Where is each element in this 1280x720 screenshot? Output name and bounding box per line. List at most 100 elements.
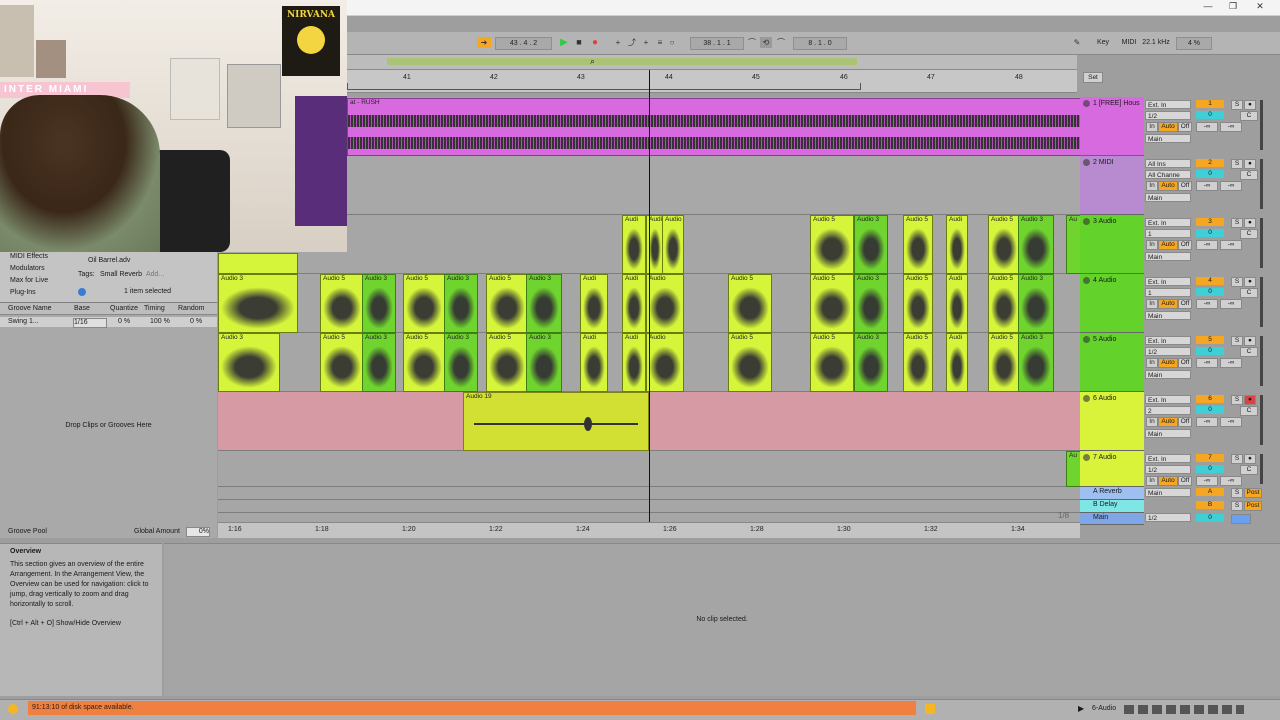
volume-field[interactable]: 0 xyxy=(1196,229,1224,237)
monitor-auto-button[interactable]: Auto xyxy=(1158,417,1178,427)
audio-clip[interactable]: Audio 3 xyxy=(526,333,562,392)
return-activator[interactable]: A xyxy=(1196,488,1224,496)
beat-ruler[interactable]: 41 42 43 44 45 46 47 48 xyxy=(347,70,1077,93)
solo-button[interactable]: S xyxy=(1231,395,1243,405)
track-activator-button[interactable]: 3 xyxy=(1196,218,1224,226)
audio-clip[interactable]: Audio 5 xyxy=(320,274,364,333)
audio-clip[interactable]: Audio 5 xyxy=(810,215,854,274)
audio-clip[interactable]: Audi xyxy=(622,333,646,392)
arm-button[interactable]: ● xyxy=(1244,100,1256,110)
alert-icon[interactable] xyxy=(925,704,935,714)
play-selection-icon[interactable]: ▶ xyxy=(1078,704,1084,713)
send-b-field[interactable]: -∞ xyxy=(1220,358,1242,368)
output-select[interactable]: Main xyxy=(1145,134,1191,143)
info-icon[interactable] xyxy=(78,288,86,296)
output-select[interactable]: Main xyxy=(1145,429,1191,438)
send-a-field[interactable]: -∞ xyxy=(1196,240,1218,250)
pan-field[interactable]: C xyxy=(1240,229,1258,239)
arm-button[interactable]: ● xyxy=(1244,218,1256,228)
solo-button[interactable]: S xyxy=(1231,488,1243,498)
monitor-off-button[interactable]: Off xyxy=(1178,181,1192,191)
monitor-off-button[interactable]: Off xyxy=(1178,476,1192,486)
play-icon[interactable]: ▶ xyxy=(558,37,570,48)
track-activator-button[interactable]: 7 xyxy=(1196,454,1224,462)
send-a-field[interactable]: -∞ xyxy=(1196,417,1218,427)
return-activator[interactable]: B xyxy=(1196,501,1224,509)
fold-icon[interactable] xyxy=(1083,336,1090,343)
post-button[interactable]: Post xyxy=(1244,501,1262,511)
input-channel-select[interactable]: 2 xyxy=(1145,406,1191,415)
audio-clip[interactable]: Audio 3 xyxy=(218,333,280,392)
audio-clip[interactable]: Audio 5 xyxy=(403,274,445,333)
monitor-in-button[interactable]: In xyxy=(1146,181,1158,191)
monitor-auto-button[interactable]: Auto xyxy=(1158,476,1178,486)
audio-clip[interactable]: Audio 3 xyxy=(1018,333,1054,392)
audio-clip[interactable]: Audio 5 xyxy=(486,274,528,333)
monitor-off-button[interactable]: Off xyxy=(1178,122,1192,132)
input-channel-select[interactable]: 1/2 xyxy=(1145,347,1191,356)
send-b-field[interactable]: -∞ xyxy=(1220,240,1242,250)
add-tag-button[interactable]: Add... xyxy=(146,271,164,278)
arrangement-position[interactable]: 43 . 4 . 2 xyxy=(495,37,552,50)
solo-button[interactable]: S xyxy=(1231,336,1243,346)
pan-field[interactable]: C xyxy=(1240,347,1258,357)
quantize-value[interactable]: 0 % xyxy=(118,318,130,325)
arm-button[interactable]: ● xyxy=(1244,454,1256,464)
monitor-in-button[interactable]: In xyxy=(1146,417,1158,427)
record-icon[interactable]: ● xyxy=(589,37,601,48)
track-header-3[interactable]: 3 Audio xyxy=(1080,215,1144,274)
audio-clip[interactable]: Audio 3 xyxy=(444,274,478,333)
pan-field[interactable]: C xyxy=(1240,465,1258,475)
add-icon[interactable]: + xyxy=(612,37,624,48)
audio-clip[interactable]: Audio 5 xyxy=(320,333,364,392)
audio-clip[interactable]: Audio xyxy=(646,274,684,333)
audio-clip[interactable]: Audio 5 xyxy=(903,274,933,333)
metronome-icon[interactable]: ○ xyxy=(666,37,678,48)
audio-clip[interactable]: Audi xyxy=(580,274,608,333)
track-activator-button[interactable]: 2 xyxy=(1196,159,1224,167)
fold-icon[interactable] xyxy=(1083,454,1090,461)
audio-clip[interactable]: Audio xyxy=(646,333,684,392)
input-type-select[interactable]: All Ins xyxy=(1145,159,1191,168)
send-b-field[interactable]: -∞ xyxy=(1220,299,1242,309)
audio-clip[interactable]: Audi xyxy=(946,333,968,392)
set-button[interactable]: Set xyxy=(1083,72,1103,83)
fold-icon[interactable] xyxy=(1083,218,1090,225)
audio-clip[interactable]: Audio 3 xyxy=(444,333,478,392)
audio-clip[interactable]: Audio 5 xyxy=(486,333,528,392)
volume-field[interactable]: 0 xyxy=(1196,288,1224,296)
solo-button[interactable]: S xyxy=(1231,454,1243,464)
arm-button[interactable]: ● xyxy=(1244,159,1256,169)
send-a-field[interactable]: -∞ xyxy=(1196,181,1218,191)
clip-view[interactable]: No clip selected. xyxy=(164,543,1280,696)
tag-chip[interactable]: Small Reverb xyxy=(100,271,142,278)
send-a-field[interactable]: -∞ xyxy=(1196,122,1218,132)
browser-item[interactable]: Max for Live xyxy=(10,277,48,284)
post-button[interactable]: Post xyxy=(1244,488,1262,498)
arm-button[interactable]: ● xyxy=(1244,395,1256,405)
send-b-field[interactable]: -∞ xyxy=(1220,122,1242,132)
main-channel-select[interactable]: 1/2 xyxy=(1145,513,1191,522)
return-header-a[interactable]: A Reverb xyxy=(1080,487,1144,500)
monitor-off-button[interactable]: Off xyxy=(1178,299,1192,309)
restore-icon[interactable]: ❐ xyxy=(1225,1,1241,13)
audio-clip[interactable]: Audio 3 xyxy=(218,274,298,333)
track-header-4[interactable]: 4 Audio xyxy=(1080,274,1144,333)
input-type-select[interactable]: Ext. In xyxy=(1145,100,1191,109)
browser-item[interactable]: MIDI Effects xyxy=(10,253,48,260)
audio-clip[interactable]: Audi xyxy=(580,333,608,392)
pan-field[interactable]: C xyxy=(1240,111,1258,121)
monitor-auto-button[interactable]: Auto xyxy=(1158,181,1178,191)
groove-row[interactable]: Swing 1... 1/16 0 % 100 % 0 % xyxy=(0,317,217,328)
loop-icon[interactable]: ⟲ xyxy=(760,37,772,48)
audio-clip[interactable]: Audio 3 xyxy=(854,274,888,333)
monitor-off-button[interactable]: Off xyxy=(1178,358,1192,368)
output-select[interactable]: Main xyxy=(1145,311,1191,320)
audio-clip[interactable]: Audio 5 xyxy=(903,333,933,392)
audio-clip[interactable]: Audio 3 xyxy=(1018,215,1054,274)
audio-clip[interactable]: Audio 3 xyxy=(526,274,562,333)
volume-field[interactable]: 0 xyxy=(1196,170,1224,178)
fold-icon[interactable] xyxy=(1083,159,1090,166)
audio-clip[interactable]: Audio 5 xyxy=(988,274,1020,333)
monitor-auto-button[interactable]: Auto xyxy=(1158,358,1178,368)
